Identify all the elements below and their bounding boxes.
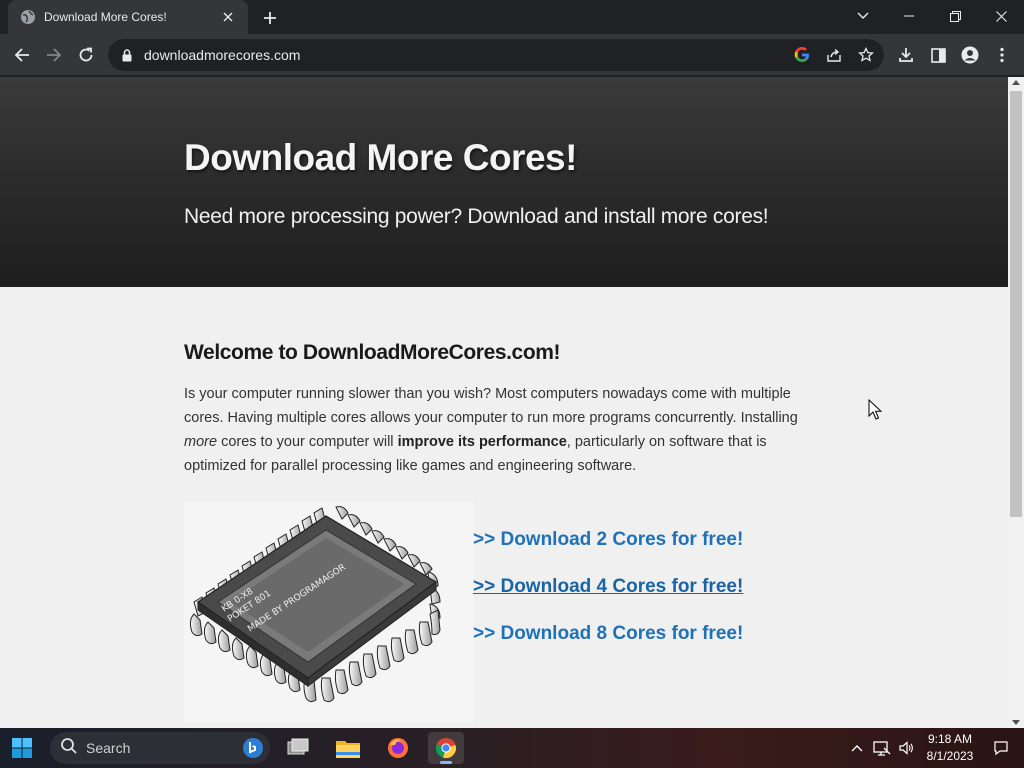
share-icon[interactable]: [820, 41, 848, 69]
back-button[interactable]: [8, 41, 36, 69]
lock-icon[interactable]: [120, 48, 134, 62]
page-viewport: Download More Cores! Need more processin…: [0, 77, 1008, 728]
windows-taskbar: Search 9:18 AM 8/1/2023: [0, 728, 1024, 768]
volume-icon[interactable]: [894, 732, 918, 764]
browser-toolbar: downloadmorecores.com: [0, 34, 1024, 76]
forward-button[interactable]: [40, 41, 68, 69]
intro-text-2: cores to your computer will: [217, 434, 398, 450]
profile-icon[interactable]: [956, 41, 984, 69]
task-view-icon[interactable]: [280, 732, 316, 764]
google-icon[interactable]: [788, 41, 816, 69]
tray-chevron-up-icon[interactable]: [846, 732, 868, 764]
close-window-button[interactable]: [978, 0, 1024, 32]
hero-title: Download More Cores!: [184, 137, 577, 178]
intro-strong: improve its performance: [397, 434, 567, 450]
clock-date: 8/1/2023: [926, 749, 974, 763]
close-tab-icon[interactable]: [218, 7, 238, 27]
chrome-icon[interactable]: [428, 732, 464, 764]
browser-tab[interactable]: Download More Cores!: [8, 0, 248, 34]
side-panel-icon[interactable]: [924, 41, 952, 69]
intro-emphasis: more: [184, 434, 218, 450]
download-4-cores-link[interactable]: >> Download 4 Cores for free!: [473, 576, 743, 600]
cpu-chip-image: KB 0-X8 POKET 801 MADE BY PROGRAMAGOR: [184, 502, 474, 722]
downloads-icon[interactable]: [892, 41, 920, 69]
restore-button[interactable]: [932, 0, 978, 32]
download-links: >> Download 2 Cores for free! >> Downloa…: [473, 529, 743, 670]
clock-time: 9:18 AM: [927, 732, 973, 746]
notifications-icon[interactable]: [986, 732, 1016, 764]
url-text[interactable]: downloadmorecores.com: [144, 47, 788, 63]
menu-kebab-icon[interactable]: [988, 41, 1016, 69]
start-windows-icon[interactable]: [4, 732, 40, 764]
search-icon: [60, 737, 78, 760]
taskbar-clock[interactable]: 9:18 AM 8/1/2023: [920, 731, 980, 765]
minimize-button[interactable]: [886, 0, 932, 32]
download-2-cores-link[interactable]: >> Download 2 Cores for free!: [473, 529, 743, 553]
tab-search-icon[interactable]: [840, 0, 886, 32]
taskbar-search-box[interactable]: Search: [50, 732, 270, 764]
new-tab-button[interactable]: [258, 6, 282, 30]
bookmark-star-icon[interactable]: [852, 41, 880, 69]
welcome-heading: Welcome to DownloadMoreCores.com!: [184, 341, 561, 364]
network-icon[interactable]: [870, 732, 894, 764]
intro-text-1: Is your computer running slower than you…: [184, 386, 798, 426]
tab-title: Download More Cores!: [44, 10, 167, 24]
mouse-cursor-icon: [868, 398, 883, 426]
search-label: Search: [86, 740, 131, 756]
hero-banner: Download More Cores! Need more processin…: [0, 77, 1008, 287]
scroll-down-arrow-icon[interactable]: [1012, 720, 1020, 725]
main-content: Welcome to DownloadMoreCores.com! Is you…: [184, 341, 824, 478]
page-scrollbar[interactable]: [1008, 77, 1024, 728]
intro-paragraph: Is your computer running slower than you…: [184, 382, 824, 478]
download-8-cores-link[interactable]: >> Download 8 Cores for free!: [473, 623, 743, 647]
scroll-up-arrow-icon[interactable]: [1012, 80, 1020, 85]
hero-subtitle: Need more processing power? Download and…: [184, 205, 769, 228]
globe-icon: [20, 9, 36, 25]
address-bar[interactable]: downloadmorecores.com: [108, 39, 884, 71]
scrollbar-thumb[interactable]: [1010, 91, 1022, 517]
browser-tab-strip: Download More Cores!: [0, 0, 1024, 34]
file-explorer-icon[interactable]: [330, 732, 366, 764]
bing-icon[interactable]: [242, 737, 264, 759]
firefox-icon[interactable]: [380, 732, 416, 764]
reload-button[interactable]: [72, 41, 100, 69]
